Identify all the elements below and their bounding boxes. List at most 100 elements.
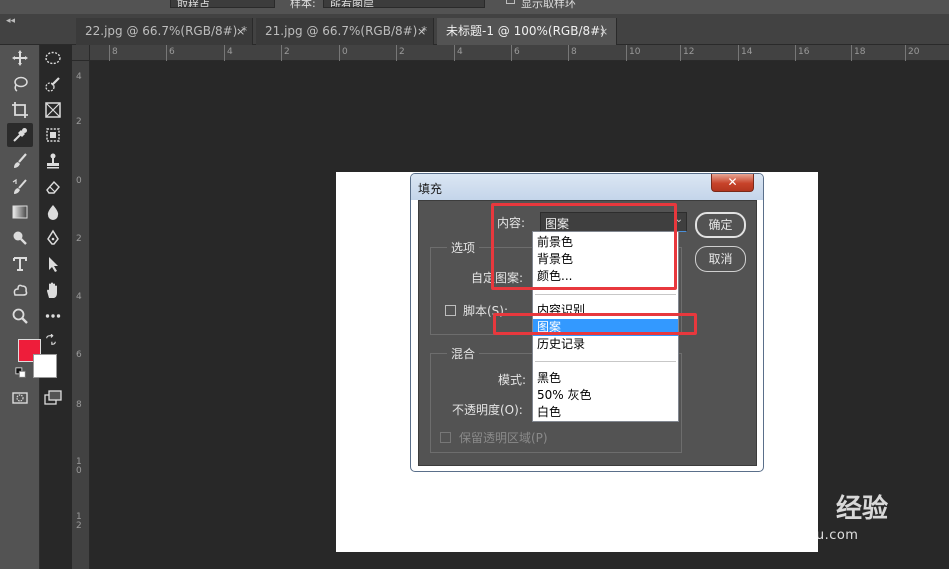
ruler-label: 2 <box>76 234 82 244</box>
brush-tool-icon[interactable] <box>7 149 33 173</box>
sample-select[interactable]: 所有图层 <box>323 0 485 8</box>
ruler-tick <box>224 45 225 61</box>
gradient-tool-icon[interactable] <box>7 200 33 224</box>
screen-mode-icon[interactable] <box>40 386 66 410</box>
ruler-label: 0 <box>76 176 82 186</box>
more-tools-icon[interactable] <box>40 304 66 328</box>
dropdown-item-black[interactable]: 黑色 <box>533 370 678 387</box>
ruler-label: 10 <box>629 47 641 57</box>
ruler-label: 8 <box>571 47 577 57</box>
tab-label: 未标题-1 @ 100%(RGB/8#) <box>446 24 605 38</box>
quick-selection-icon[interactable] <box>40 72 66 96</box>
dialog-close-button[interactable]: ✕ <box>711 174 754 192</box>
pen-tool-icon[interactable] <box>40 226 66 250</box>
swap-colors-icon[interactable] <box>44 333 58 347</box>
quick-mask-icon[interactable] <box>7 386 33 410</box>
photoshop-window: 取样点 样本: 所有图层 显示取样环 ◂◂ 22.jpg @ 66.7%(RGB… <box>0 0 949 569</box>
ruler-label: 14 <box>741 47 753 57</box>
ruler-label: 12 <box>683 47 695 57</box>
ruler-label: 1 0 <box>76 457 82 476</box>
ruler-tick <box>109 45 110 61</box>
show-ring-checkbox[interactable] <box>506 0 515 4</box>
dropdown-item-white[interactable]: 白色 <box>533 404 678 421</box>
tab-close-icon[interactable]: × <box>236 18 245 45</box>
ruler-label: 2 <box>284 47 290 57</box>
ruler-label: 2 <box>76 117 82 127</box>
vertical-ruler[interactable]: 4 2 0 2 4 6 8 1 0 1 2 <box>72 61 90 569</box>
ruler-tick <box>396 45 397 61</box>
type-tool-icon[interactable] <box>7 252 33 276</box>
ruler-label: 6 <box>169 47 175 57</box>
watermark-brand: 经验 <box>836 494 889 524</box>
ruler-label: 6 <box>76 350 82 360</box>
script-checkbox[interactable] <box>445 305 456 316</box>
tab-22-jpg[interactable]: 22.jpg @ 66.7%(RGB/8#) * × <box>76 18 253 45</box>
tab-21-jpg[interactable]: 21.jpg @ 66.7%(RGB/8#) * × <box>256 18 434 45</box>
object-selection-icon[interactable] <box>40 123 66 147</box>
tab-close-icon[interactable]: × <box>599 18 608 45</box>
sample-size-select[interactable]: 取样点 <box>170 0 275 8</box>
ruler-label: 16 <box>798 47 810 57</box>
ruler-tick <box>738 45 739 61</box>
dropdown-item-gray[interactable]: 50% 灰色 <box>533 387 678 404</box>
ok-button[interactable]: 确定 <box>695 212 746 238</box>
ruler-label: 18 <box>854 47 866 57</box>
baidu-logo: Bai <box>728 482 792 522</box>
tools-panel <box>0 45 62 569</box>
dialog-titlebar[interactable]: 填充 ✕ <box>411 174 763 200</box>
dropdown-separator <box>535 294 676 295</box>
zoom-tool-icon[interactable] <box>7 304 33 328</box>
hand-tool-icon[interactable] <box>40 278 66 302</box>
cancel-button[interactable]: 取消 <box>695 246 746 272</box>
ruler-tick <box>680 45 681 61</box>
watermark-url: jingyan.baidu.com <box>730 528 859 543</box>
eraser-tool-icon[interactable] <box>40 175 66 199</box>
options-group-title: 选项 <box>447 239 480 256</box>
ruler-label: 8 <box>76 400 82 410</box>
preserve-transparency-checkbox <box>440 432 451 443</box>
lasso-tool-icon[interactable] <box>7 72 33 96</box>
path-selection-icon[interactable] <box>40 252 66 276</box>
tab-label: 22.jpg @ 66.7%(RGB/8#) * <box>85 24 248 38</box>
background-color-swatch[interactable] <box>33 354 57 378</box>
tab-close-icon[interactable]: × <box>417 18 426 45</box>
document-tab-bar: ◂◂ 22.jpg @ 66.7%(RGB/8#) * × 21.jpg @ 6… <box>0 14 949 45</box>
ruler-tick <box>511 45 512 61</box>
options-bar: 取样点 样本: 所有图层 显示取样环 <box>0 0 949 14</box>
default-colors-icon[interactable] <box>14 366 28 380</box>
tab-untitled-1[interactable]: 未标题-1 @ 100%(RGB/8#) × <box>437 18 617 45</box>
blur-tool-icon[interactable] <box>40 200 66 224</box>
ruler-label: 6 <box>514 47 520 57</box>
sample-label: 样本: <box>290 0 316 10</box>
elliptical-marquee-icon[interactable] <box>40 46 66 70</box>
collapse-panels-icon[interactable]: ◂◂ <box>6 16 15 26</box>
ruler-label: 4 <box>76 72 82 82</box>
clone-stamp-icon[interactable] <box>40 149 66 173</box>
history-brush-icon[interactable] <box>7 175 33 199</box>
opacity-label: 不透明度(O): <box>452 403 523 417</box>
ruler-tick <box>568 45 569 61</box>
annotation-box-content <box>491 203 677 290</box>
ruler-label: 4 <box>457 47 463 57</box>
frame-tool-icon[interactable] <box>40 98 66 122</box>
ruler-label: 4 <box>76 292 82 302</box>
dropdown-item-history[interactable]: 历史记录 <box>533 336 678 353</box>
move-tool-icon[interactable] <box>7 46 33 70</box>
shape-tool-icon[interactable] <box>7 278 33 302</box>
dodge-tool-icon[interactable] <box>7 226 33 250</box>
ruler-label: 1 2 <box>76 512 82 531</box>
ruler-label: 0 <box>342 47 348 57</box>
dropdown-separator <box>535 361 676 362</box>
ruler-tick <box>626 45 627 61</box>
preserve-transparency-label: 保留透明区域(P) <box>459 431 548 445</box>
crop-tool-icon[interactable] <box>7 98 33 122</box>
ruler-tick <box>281 45 282 61</box>
dialog-title: 填充 <box>418 182 443 196</box>
baidu-jingyan-watermark: Bai 经验 jingyan.baidu.com <box>728 482 944 562</box>
ruler-tick <box>795 45 796 61</box>
eyedropper-tool-icon[interactable] <box>7 123 33 147</box>
ruler-origin[interactable] <box>72 45 90 61</box>
show-ring-label: 显示取样环 <box>521 0 576 10</box>
horizontal-ruler[interactable]: 8 6 4 2 0 2 4 6 8 10 12 14 16 18 20 <box>90 45 949 61</box>
blend-group-title: 混合 <box>447 345 480 362</box>
